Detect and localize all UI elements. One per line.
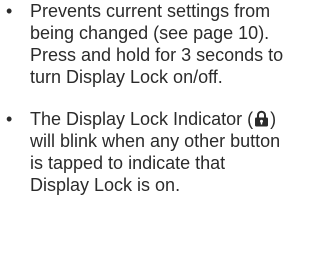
padlock-icon — [254, 110, 269, 127]
bullet-text: Prevents current settings from being cha… — [30, 1, 284, 87]
bullet-text-before-icon: The Display Lock Indicator ( — [30, 109, 254, 129]
bullet-point: • — [6, 109, 13, 129]
list-item-display-lock-indicator: • The Display Lock Indicator ( ) will bl… — [0, 108, 288, 196]
bullet-list: • Prevents current settings from being c… — [0, 0, 289, 196]
bullet-point: • — [6, 1, 13, 21]
list-item-display-lock-function: • Prevents current settings from being c… — [0, 0, 288, 88]
